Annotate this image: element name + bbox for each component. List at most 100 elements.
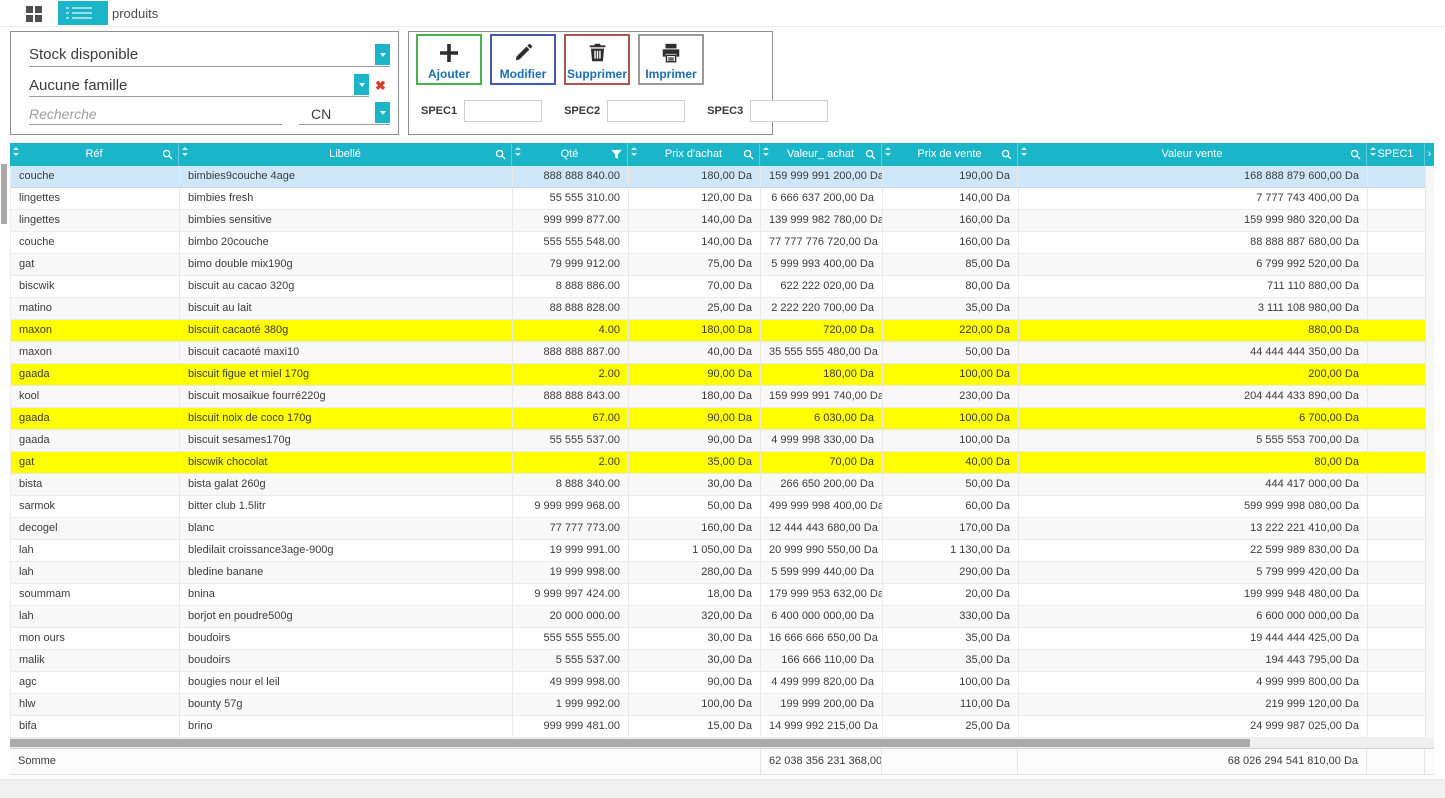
cell-spec1[interactable] <box>1368 364 1426 385</box>
cell-valeur_vente[interactable]: 599 999 998 080,00 Da <box>1019 496 1368 517</box>
cell-prix_achat[interactable]: 280,00 Da <box>629 562 761 583</box>
table-row[interactable]: couchebimbo 20couche555 555 548.00140,00… <box>11 232 1434 254</box>
cell-ref[interactable]: lingettes <box>11 210 180 231</box>
cell-libelle[interactable]: bougies nour el leil <box>180 672 513 693</box>
cell-prix_vente[interactable]: 85,00 Da <box>883 254 1019 275</box>
table-row[interactable]: malikboudoirs5 555 537.0030,00 Da166 666… <box>11 650 1434 672</box>
cell-libelle[interactable]: bimbies sensitive <box>180 210 513 231</box>
cell-valeur_achat[interactable]: 77 777 776 720,00 Da <box>761 232 883 253</box>
cell-libelle[interactable]: bimbies9couche 4age <box>180 166 513 187</box>
cell-prix_achat[interactable]: 30,00 Da <box>629 628 761 649</box>
cell-libelle[interactable]: brino <box>180 716 513 737</box>
table-row[interactable]: lahborjot en poudre500g20 000 000.00320,… <box>11 606 1434 628</box>
cell-qte[interactable]: 888 888 843.00 <box>513 386 629 407</box>
cell-ref[interactable]: sarmok <box>11 496 180 517</box>
table-row[interactable]: bistabista galat 260g8 888 340.0030,00 D… <box>11 474 1434 496</box>
table-row[interactable]: decogelblanc77 777 773.00160,00 Da12 444… <box>11 518 1434 540</box>
cell-qte[interactable]: 20 000 000.00 <box>513 606 629 627</box>
cell-prix_vente[interactable]: 330,00 Da <box>883 606 1019 627</box>
cell-ref[interactable]: couche <box>11 166 180 187</box>
cell-spec1[interactable] <box>1368 210 1426 231</box>
cell-valeur_achat[interactable]: 720,00 Da <box>761 320 883 341</box>
cell-prix_achat[interactable]: 25,00 Da <box>629 298 761 319</box>
cell-prix_achat[interactable]: 100,00 Da <box>629 694 761 715</box>
cell-libelle[interactable]: bitter club 1.5litr <box>180 496 513 517</box>
table-row[interactable]: koolbiscuit mosaikue fourré220g888 888 8… <box>11 386 1434 408</box>
famille-combobox[interactable]: Aucune famille <box>29 73 369 97</box>
cell-valeur_achat[interactable]: 4 999 998 330,00 Da <box>761 430 883 451</box>
cell-valeur_achat[interactable]: 5 999 993 400,00 Da <box>761 254 883 275</box>
cell-valeur_vente[interactable]: 7 777 743 400,00 Da <box>1019 188 1368 209</box>
cell-libelle[interactable]: boudoirs <box>180 628 513 649</box>
table-row[interactable]: maxonbiscuit cacaoté maxi10888 888 887.0… <box>11 342 1434 364</box>
cell-spec1[interactable] <box>1368 606 1426 627</box>
cell-ref[interactable]: couche <box>11 232 180 253</box>
cell-valeur_achat[interactable]: 2 222 220 700,00 Da <box>761 298 883 319</box>
cell-valeur_vente[interactable]: 880,00 Da <box>1019 320 1368 341</box>
horizontal-scrollbar-thumb[interactable] <box>10 739 1250 747</box>
cell-libelle[interactable]: biscuit au cacao 320g <box>180 276 513 297</box>
cell-qte[interactable]: 9 999 999 968.00 <box>513 496 629 517</box>
cell-prix_vente[interactable]: 50,00 Da <box>883 342 1019 363</box>
cell-valeur_vente[interactable]: 22 599 989 830,00 Da <box>1019 540 1368 561</box>
cell-prix_vente[interactable]: 290,00 Da <box>883 562 1019 583</box>
modifier-button[interactable]: Modifier <box>490 34 556 85</box>
cell-valeur_achat[interactable]: 159 999 991 740,00 Da <box>761 386 883 407</box>
cell-spec1[interactable] <box>1368 628 1426 649</box>
sort-arrows-icon[interactable] <box>1021 147 1027 156</box>
cell-valeur_vente[interactable]: 13 222 221 410,00 Da <box>1019 518 1368 539</box>
table-row[interactable]: agcbougies nour el leil49 999 998.0090,0… <box>11 672 1434 694</box>
table-row[interactable]: hlwbounty 57g1 999 992.00100,00 Da199 99… <box>11 694 1434 716</box>
lang-combobox[interactable]: CN <box>299 102 390 125</box>
cell-valeur_vente[interactable]: 44 444 444 350,00 Da <box>1019 342 1368 363</box>
cell-spec1[interactable] <box>1368 320 1426 341</box>
cell-valeur_achat[interactable]: 16 666 666 650,00 Da <box>761 628 883 649</box>
column-header-ref[interactable]: Réf <box>10 143 179 166</box>
cell-prix_vente[interactable]: 1 130,00 Da <box>883 540 1019 561</box>
table-row[interactable]: biscwikbiscuit au cacao 320g8 888 886.00… <box>11 276 1434 298</box>
cell-prix_vente[interactable]: 20,00 Da <box>883 584 1019 605</box>
cell-prix_achat[interactable]: 90,00 Da <box>629 364 761 385</box>
cell-ref[interactable]: hlw <box>11 694 180 715</box>
cell-qte[interactable]: 4.00 <box>513 320 629 341</box>
cell-valeur_achat[interactable]: 12 444 443 680,00 Da <box>761 518 883 539</box>
cell-ref[interactable]: maxon <box>11 342 180 363</box>
search-input[interactable] <box>29 104 279 123</box>
cell-qte[interactable]: 999 999 877.00 <box>513 210 629 231</box>
cell-qte[interactable]: 999 999 481.00 <box>513 716 629 737</box>
cell-prix_vente[interactable]: 25,00 Da <box>883 716 1019 737</box>
cell-valeur_vente[interactable]: 88 888 887 680,00 Da <box>1019 232 1368 253</box>
cell-prix_achat[interactable]: 1 050,00 Da <box>629 540 761 561</box>
cell-valeur_vente[interactable]: 159 999 980 320,00 Da <box>1019 210 1368 231</box>
cell-spec1[interactable] <box>1368 518 1426 539</box>
cell-spec1[interactable] <box>1368 716 1426 737</box>
column-header-valeur_achat[interactable]: Valeur_ achat <box>760 143 882 166</box>
cell-libelle[interactable]: biscuit cacaoté maxi10 <box>180 342 513 363</box>
cell-libelle[interactable]: biscuit cacaoté 380g <box>180 320 513 341</box>
cell-valeur_achat[interactable]: 139 999 982 780,00 Da <box>761 210 883 231</box>
cell-valeur_vente[interactable]: 6 799 992 520,00 Da <box>1019 254 1368 275</box>
cell-valeur_achat[interactable]: 4 499 999 820,00 Da <box>761 672 883 693</box>
cell-spec1[interactable] <box>1368 584 1426 605</box>
cell-prix_vente[interactable]: 140,00 Da <box>883 188 1019 209</box>
imprimer-button[interactable]: Imprimer <box>638 34 704 85</box>
table-row[interactable]: mon oursboudoirs555 555 555.0030,00 Da16… <box>11 628 1434 650</box>
cell-spec1[interactable] <box>1368 474 1426 495</box>
cell-valeur_vente[interactable]: 19 444 444 425,00 Da <box>1019 628 1368 649</box>
cell-valeur_vente[interactable]: 711 110 880,00 Da <box>1019 276 1368 297</box>
cell-valeur_achat[interactable]: 35 555 555 480,00 Da <box>761 342 883 363</box>
cell-valeur_vente[interactable]: 24 999 987 025,00 Da <box>1019 716 1368 737</box>
cell-prix_achat[interactable]: 40,00 Da <box>629 342 761 363</box>
cell-valeur_achat[interactable]: 622 222 020,00 Da <box>761 276 883 297</box>
cell-prix_achat[interactable]: 160,00 Da <box>629 518 761 539</box>
lang-dropdown-button[interactable] <box>375 102 390 123</box>
cell-prix_achat[interactable]: 30,00 Da <box>629 650 761 671</box>
cell-prix_achat[interactable]: 50,00 Da <box>629 496 761 517</box>
cell-qte[interactable]: 55 555 537.00 <box>513 430 629 451</box>
cell-spec1[interactable] <box>1368 254 1426 275</box>
cell-prix_achat[interactable]: 90,00 Da <box>629 408 761 429</box>
column-header-valeur_vente[interactable]: Valeur vente <box>1018 143 1367 166</box>
cell-ref[interactable]: decogel <box>11 518 180 539</box>
table-row[interactable]: lahbledine banane19 999 998.00280,00 Da5… <box>11 562 1434 584</box>
cell-valeur_vente[interactable]: 5 555 553 700,00 Da <box>1019 430 1368 451</box>
